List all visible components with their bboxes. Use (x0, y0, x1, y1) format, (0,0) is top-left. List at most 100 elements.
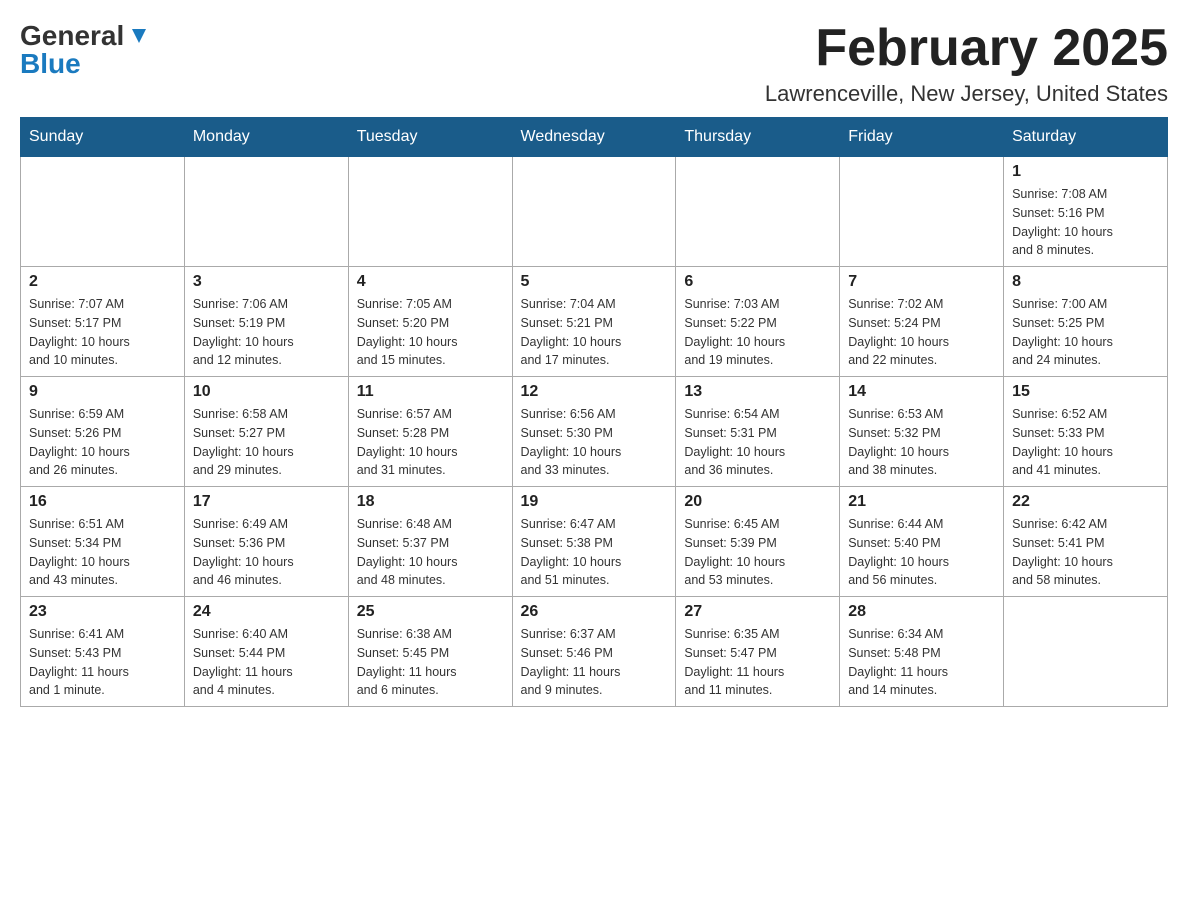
calendar-cell (184, 157, 348, 267)
day-number: 23 (29, 603, 176, 621)
day-number: 13 (684, 383, 831, 401)
day-number: 19 (521, 493, 668, 511)
week-row-3: 9 Sunrise: 6:59 AM Sunset: 5:26 PM Daylig… (21, 377, 1168, 487)
calendar-cell: 13 Sunrise: 6:54 AM Sunset: 5:31 PM Dayli… (676, 377, 840, 487)
day-info: Sunrise: 6:44 AM Sunset: 5:40 PM Dayligh… (848, 515, 995, 590)
day-info: Sunrise: 6:34 AM Sunset: 5:48 PM Dayligh… (848, 625, 995, 700)
day-number: 24 (193, 603, 340, 621)
weekday-header-tuesday: Tuesday (348, 118, 512, 157)
calendar-cell (21, 157, 185, 267)
calendar-cell: 27 Sunrise: 6:35 AM Sunset: 5:47 PM Dayli… (676, 597, 840, 707)
calendar-cell: 15 Sunrise: 6:52 AM Sunset: 5:33 PM Dayli… (1004, 377, 1168, 487)
day-number: 18 (357, 493, 504, 511)
calendar-cell: 8 Sunrise: 7:00 AM Sunset: 5:25 PM Daylig… (1004, 267, 1168, 377)
weekday-header-wednesday: Wednesday (512, 118, 676, 157)
calendar-cell: 1 Sunrise: 7:08 AM Sunset: 5:16 PM Daylig… (1004, 157, 1168, 267)
day-info: Sunrise: 6:41 AM Sunset: 5:43 PM Dayligh… (29, 625, 176, 700)
day-info: Sunrise: 6:37 AM Sunset: 5:46 PM Dayligh… (521, 625, 668, 700)
calendar-table: SundayMondayTuesdayWednesdayThursdayFrid… (20, 117, 1168, 707)
day-number: 7 (848, 273, 995, 291)
weekday-header-friday: Friday (840, 118, 1004, 157)
logo: General Blue (20, 20, 150, 80)
day-number: 11 (357, 383, 504, 401)
day-number: 15 (1012, 383, 1159, 401)
calendar-cell (676, 157, 840, 267)
weekday-header-sunday: Sunday (21, 118, 185, 157)
weekday-header-monday: Monday (184, 118, 348, 157)
day-number: 10 (193, 383, 340, 401)
day-number: 28 (848, 603, 995, 621)
calendar-cell: 2 Sunrise: 7:07 AM Sunset: 5:17 PM Daylig… (21, 267, 185, 377)
day-info: Sunrise: 6:40 AM Sunset: 5:44 PM Dayligh… (193, 625, 340, 700)
calendar-cell: 21 Sunrise: 6:44 AM Sunset: 5:40 PM Dayli… (840, 487, 1004, 597)
day-info: Sunrise: 6:45 AM Sunset: 5:39 PM Dayligh… (684, 515, 831, 590)
calendar-cell: 28 Sunrise: 6:34 AM Sunset: 5:48 PM Dayli… (840, 597, 1004, 707)
day-info: Sunrise: 6:52 AM Sunset: 5:33 PM Dayligh… (1012, 405, 1159, 480)
month-title: February 2025 (765, 20, 1168, 77)
calendar-cell: 11 Sunrise: 6:57 AM Sunset: 5:28 PM Dayli… (348, 377, 512, 487)
calendar-cell (840, 157, 1004, 267)
day-info: Sunrise: 6:53 AM Sunset: 5:32 PM Dayligh… (848, 405, 995, 480)
day-info: Sunrise: 7:06 AM Sunset: 5:19 PM Dayligh… (193, 295, 340, 370)
calendar-cell: 22Sunrise: 6:42 AM Sunset: 5:41 PM Dayli… (1004, 487, 1168, 597)
day-number: 17 (193, 493, 340, 511)
day-info: Sunrise: 7:07 AM Sunset: 5:17 PM Dayligh… (29, 295, 176, 370)
day-info: Sunrise: 7:05 AM Sunset: 5:20 PM Dayligh… (357, 295, 504, 370)
day-number: 21 (848, 493, 995, 511)
day-info: Sunrise: 6:59 AM Sunset: 5:26 PM Dayligh… (29, 405, 176, 480)
calendar-cell: 25Sunrise: 6:38 AM Sunset: 5:45 PM Dayli… (348, 597, 512, 707)
week-row-1: 1 Sunrise: 7:08 AM Sunset: 5:16 PM Daylig… (21, 157, 1168, 267)
day-number: 4 (357, 273, 504, 291)
calendar-cell: 3 Sunrise: 7:06 AM Sunset: 5:19 PM Daylig… (184, 267, 348, 377)
day-info: Sunrise: 7:04 AM Sunset: 5:21 PM Dayligh… (521, 295, 668, 370)
day-number: 26 (521, 603, 668, 621)
calendar-cell: 16 Sunrise: 6:51 AM Sunset: 5:34 PM Dayli… (21, 487, 185, 597)
weekday-header-saturday: Saturday (1004, 118, 1168, 157)
day-info: Sunrise: 6:38 AM Sunset: 5:45 PM Dayligh… (357, 625, 504, 700)
day-info: Sunrise: 7:00 AM Sunset: 5:25 PM Dayligh… (1012, 295, 1159, 370)
day-info: Sunrise: 6:35 AM Sunset: 5:47 PM Dayligh… (684, 625, 831, 700)
day-number: 8 (1012, 273, 1159, 291)
calendar-cell: 18 Sunrise: 6:48 AM Sunset: 5:37 PM Dayli… (348, 487, 512, 597)
day-number: 27 (684, 603, 831, 621)
day-number: 20 (684, 493, 831, 511)
day-number: 22 (1012, 493, 1159, 511)
calendar-cell: 10 Sunrise: 6:58 AM Sunset: 5:27 PM Dayli… (184, 377, 348, 487)
day-info: Sunrise: 6:51 AM Sunset: 5:34 PM Dayligh… (29, 515, 176, 590)
week-row-2: 2 Sunrise: 7:07 AM Sunset: 5:17 PM Daylig… (21, 267, 1168, 377)
day-info: Sunrise: 6:57 AM Sunset: 5:28 PM Dayligh… (357, 405, 504, 480)
calendar-cell (512, 157, 676, 267)
day-number: 9 (29, 383, 176, 401)
calendar-cell: 14 Sunrise: 6:53 AM Sunset: 5:32 PM Dayli… (840, 377, 1004, 487)
calendar-cell: 12Sunrise: 6:56 AM Sunset: 5:30 PM Dayli… (512, 377, 676, 487)
title-block: February 2025 Lawrenceville, New Jersey,… (765, 20, 1168, 107)
weekday-header-thursday: Thursday (676, 118, 840, 157)
calendar-cell: 7 Sunrise: 7:02 AM Sunset: 5:24 PM Daylig… (840, 267, 1004, 377)
calendar-cell: 9 Sunrise: 6:59 AM Sunset: 5:26 PM Daylig… (21, 377, 185, 487)
day-number: 16 (29, 493, 176, 511)
calendar-cell: 4 Sunrise: 7:05 AM Sunset: 5:20 PM Daylig… (348, 267, 512, 377)
day-number: 3 (193, 273, 340, 291)
calendar-cell: 5Sunrise: 7:04 AM Sunset: 5:21 PM Daylig… (512, 267, 676, 377)
day-number: 1 (1012, 163, 1159, 181)
day-info: Sunrise: 6:58 AM Sunset: 5:27 PM Dayligh… (193, 405, 340, 480)
day-info: Sunrise: 7:03 AM Sunset: 5:22 PM Dayligh… (684, 295, 831, 370)
calendar-cell: 23 Sunrise: 6:41 AM Sunset: 5:43 PM Dayli… (21, 597, 185, 707)
week-row-5: 23 Sunrise: 6:41 AM Sunset: 5:43 PM Dayli… (21, 597, 1168, 707)
day-info: Sunrise: 6:47 AM Sunset: 5:38 PM Dayligh… (521, 515, 668, 590)
day-info: Sunrise: 7:08 AM Sunset: 5:16 PM Dayligh… (1012, 185, 1159, 260)
logo-blue-text: Blue (20, 48, 150, 80)
day-info: Sunrise: 6:56 AM Sunset: 5:30 PM Dayligh… (521, 405, 668, 480)
day-number: 6 (684, 273, 831, 291)
day-info: Sunrise: 6:54 AM Sunset: 5:31 PM Dayligh… (684, 405, 831, 480)
weekday-header-row: SundayMondayTuesdayWednesdayThursdayFrid… (21, 118, 1168, 157)
day-number: 14 (848, 383, 995, 401)
page-header: General Blue February 2025 Lawrenceville… (20, 20, 1168, 107)
day-info: Sunrise: 7:02 AM Sunset: 5:24 PM Dayligh… (848, 295, 995, 370)
day-info: Sunrise: 6:48 AM Sunset: 5:37 PM Dayligh… (357, 515, 504, 590)
day-info: Sunrise: 6:49 AM Sunset: 5:36 PM Dayligh… (193, 515, 340, 590)
calendar-cell: 19 Sunrise: 6:47 AM Sunset: 5:38 PM Dayli… (512, 487, 676, 597)
day-number: 2 (29, 273, 176, 291)
week-row-4: 16 Sunrise: 6:51 AM Sunset: 5:34 PM Dayli… (21, 487, 1168, 597)
calendar-cell: 6 Sunrise: 7:03 AM Sunset: 5:22 PM Daylig… (676, 267, 840, 377)
